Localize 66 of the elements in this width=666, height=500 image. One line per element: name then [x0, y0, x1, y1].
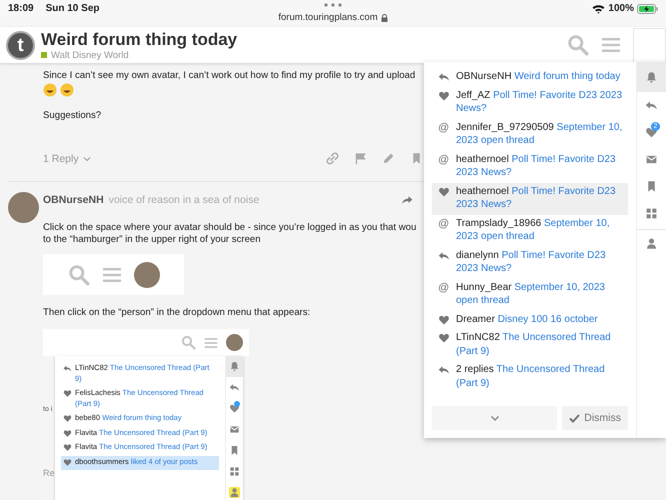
notification-item[interactable]: Jeff_AZ Poll Time! Favorite D23 2023 News?	[432, 86, 628, 118]
user-avatar	[134, 262, 160, 288]
heart-icon	[63, 389, 72, 398]
link-icon[interactable]	[326, 152, 339, 165]
clock-time: 18:09	[8, 3, 34, 14]
post-text: Then click on the “person” in the dropdown menu that appears:	[43, 306, 310, 319]
date-text: Sun 10 Sep	[46, 3, 100, 14]
share-icon[interactable]	[401, 194, 413, 206]
search-icon[interactable]	[567, 34, 589, 56]
chevron-down-icon	[82, 156, 91, 162]
mention-icon: @	[438, 122, 450, 134]
post-text: Since I can’t see my own avatar, I can’t work out how to find my profile to try and upload	[43, 69, 416, 82]
reply-icon	[438, 364, 450, 376]
pencil-icon[interactable]	[382, 152, 395, 165]
battery-charging-icon	[637, 4, 658, 14]
post-text: to the “hamburger” in the upper right of your screen	[43, 234, 261, 246]
search-icon[interactable]	[68, 264, 90, 286]
menu-tab[interactable]	[226, 356, 243, 377]
notification-item[interactable]: @ Jennifer_B_97290509 September 10, 2023 open thread	[432, 118, 628, 150]
menu-tab[interactable]	[637, 62, 666, 92]
post-text: Click on the space where your avatar should be - since you’re logged in as you that wou	[43, 222, 416, 234]
notification-item[interactable]: OBNurseNH Weird forum thing today	[432, 68, 628, 86]
mention-icon: @	[438, 154, 450, 166]
notification-item[interactable]: heathernoel Poll Time! Favorite D23 2023 News?	[432, 182, 628, 214]
reply-icon	[63, 364, 72, 373]
dismiss-button[interactable]: Dismiss	[562, 406, 628, 430]
user-avatar	[226, 334, 243, 351]
chevron-down-icon	[490, 414, 500, 422]
reply-icon	[645, 99, 658, 112]
more-dots-icon[interactable]	[324, 3, 342, 7]
envelope-icon	[645, 153, 658, 166]
check-icon	[569, 414, 580, 422]
heart-icon	[438, 314, 450, 326]
heart-icon	[438, 332, 450, 344]
bell-icon	[645, 70, 658, 84]
notification-item[interactable]: 2 replies The Uncensored Thread (Part 9)	[432, 361, 628, 393]
post-text: Re	[43, 468, 55, 478]
notification-item[interactable]: Dreamer Disney 100 16 october	[432, 310, 628, 329]
topic-title[interactable]: Weird forum thing today	[41, 30, 567, 50]
category-square-icon	[41, 52, 47, 58]
mention-icon: @	[438, 218, 450, 230]
person-icon	[645, 237, 658, 250]
lock-icon	[380, 14, 388, 22]
site-logo[interactable]: t	[6, 30, 35, 60]
notification-item[interactable]: @ Trampslady_18966 September 10, 2023 open thread	[432, 214, 628, 246]
flag-icon[interactable]	[354, 152, 367, 165]
mention-icon: @	[438, 282, 450, 294]
user-avatar[interactable]	[8, 192, 39, 223]
menu-icon[interactable]	[601, 35, 621, 55]
wifi-icon	[592, 4, 606, 14]
author-name[interactable]: OBNurseNH	[43, 194, 104, 206]
heart-icon	[438, 186, 450, 198]
notification-item[interactable]: @ heathernoel Poll Time! Favorite D23 2023 News?	[432, 150, 628, 182]
post-text: Suggestions?	[43, 109, 102, 122]
grid-icon	[645, 207, 658, 220]
reply-icon	[438, 71, 450, 83]
notification-item[interactable]: dianelynn Poll Time! Favorite D23 2023 News?	[432, 246, 628, 278]
user-title: voice of reason in a sea of noise	[108, 194, 260, 206]
menu-icon[interactable]	[204, 336, 218, 350]
battery-percent: 100%	[608, 3, 634, 14]
notification-item[interactable]: LTinNC82 The Uncensored Thread (Part 9)	[432, 329, 628, 361]
search-icon[interactable]	[181, 335, 196, 350]
reply-icon	[438, 250, 450, 262]
heart-icon	[438, 90, 450, 102]
notification-item[interactable]: @ Hunny_Bear September 10, 2023 open thread	[432, 278, 628, 310]
url-text[interactable]: forum.touringplans.com	[278, 12, 378, 23]
